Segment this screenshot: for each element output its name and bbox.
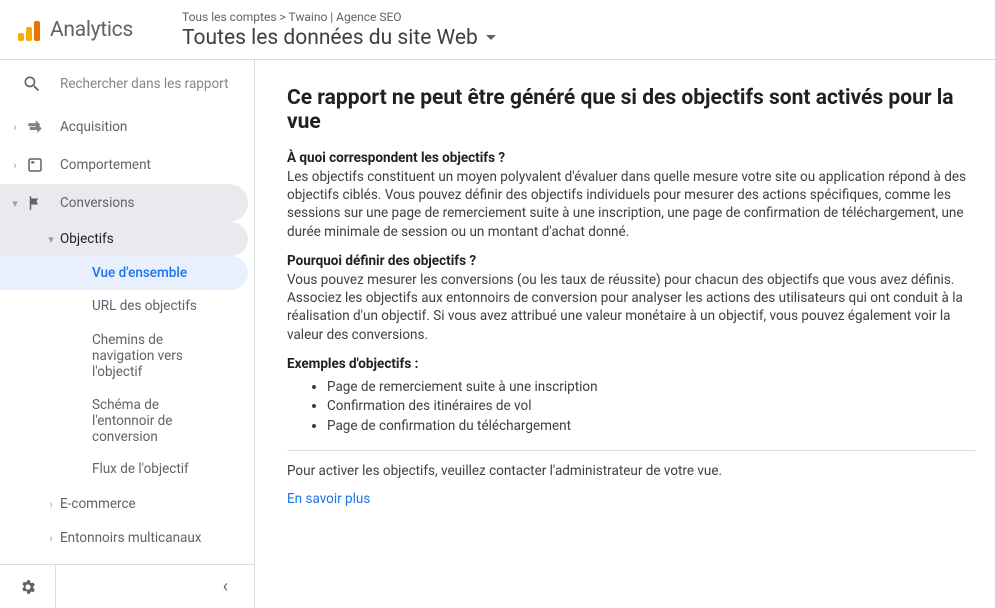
gear-icon	[19, 578, 37, 596]
breadcrumb-all: Tous les comptes	[182, 10, 277, 24]
nav-label: E-commerce	[60, 496, 136, 512]
sidebar-item-schema-entonnoir[interactable]: Schéma de l'entonnoir de conversion	[0, 389, 254, 454]
learn-more-link[interactable]: En savoir plus	[287, 491, 370, 507]
sidebar-item-entonnoirs-multicanaux[interactable]: › Entonnoirs multicanaux	[0, 521, 248, 555]
sidebar-item-comportement[interactable]: › Comportement	[0, 146, 248, 184]
nav-label: Objectifs	[60, 231, 114, 247]
chevron-left-icon: ‹	[223, 576, 228, 597]
breadcrumb: Tous les comptes > Twaino | Agence SEO	[182, 10, 995, 24]
report-content: Ce rapport ne peut être généré que si de…	[255, 60, 995, 608]
section-heading-quoi: À quoi correspondent les objectifs ?	[287, 150, 975, 166]
section-heading-exemples: Exemples d'objectifs :	[287, 356, 975, 372]
sidebar-item-acquisition[interactable]: › Acquisition	[0, 108, 248, 146]
divider	[287, 450, 975, 451]
examples-list: Page de remerciement suite à une inscrip…	[327, 378, 975, 437]
nav-label: URL des objectifs	[92, 298, 197, 314]
section-text-pourquoi: Vous pouvez mesurer les conversions (ou …	[287, 271, 975, 344]
search-placeholder-text: Rechercher dans les rapport	[60, 76, 229, 92]
sidebar-item-conversions[interactable]: ▾ Conversions	[0, 184, 248, 222]
example-item: Page de remerciement suite à une inscrip…	[327, 378, 975, 398]
section-heading-pourquoi: Pourquoi définir des objectifs ?	[287, 253, 975, 269]
app-header: Analytics Tous les comptes > Twaino | Ag…	[0, 0, 995, 60]
example-item: Page de confirmation du téléchargement	[327, 417, 975, 437]
nav-label: Flux de l'objectif	[92, 461, 189, 477]
logo-wrap[interactable]: Analytics	[0, 18, 170, 42]
comportement-icon	[24, 156, 46, 174]
breadcrumb-account: Twaino | Agence SEO	[289, 10, 402, 24]
view-selector[interactable]: Toutes les données du site Web	[182, 26, 995, 50]
nav-label: Vue d'ensemble	[92, 265, 187, 281]
admin-settings-button[interactable]	[0, 565, 56, 608]
nav-label: Acquisition	[60, 119, 127, 135]
nav-label: Entonnoirs multicanaux	[60, 530, 202, 546]
chevron-right-icon: ›	[8, 159, 22, 172]
sidebar-item-attribution[interactable]: Attribution BÊTA	[0, 555, 254, 564]
example-item: Confirmation des itinéraires de vol	[327, 397, 975, 417]
nav-label: Conversions	[60, 195, 135, 211]
chevron-down-icon	[486, 35, 496, 40]
sidebar-item-flux-objectif[interactable]: Flux de l'objectif	[0, 453, 254, 487]
chevron-right-icon: ›	[8, 121, 22, 134]
sidebar-bottom-bar: ‹	[0, 564, 254, 608]
chevron-down-icon: ▾	[8, 197, 22, 210]
sidebar-item-objectifs[interactable]: ▾ Objectifs	[0, 222, 248, 256]
nav-label: Schéma de l'entonnoir de conversion	[92, 397, 224, 446]
search-icon	[22, 74, 42, 94]
sidebar-item-chemins-objectif[interactable]: Chemins de navigation vers l'objectif	[0, 324, 254, 389]
sidebar-item-vue-ensemble[interactable]: Vue d'ensemble	[0, 256, 248, 290]
collapse-sidebar-button[interactable]: ‹	[56, 576, 254, 597]
nav-label: Chemins de navigation vers l'objectif	[92, 332, 224, 381]
report-search[interactable]: Rechercher dans les rapport	[0, 60, 254, 108]
sidebar-item-ecommerce[interactable]: › E-commerce	[0, 487, 248, 521]
nav-tree: › Acquisition › Comportement ▾ Conversio…	[0, 108, 254, 564]
sidebar: Rechercher dans les rapport › Acquisitio…	[0, 60, 255, 608]
chevron-right-icon: ›	[46, 532, 56, 545]
sidebar-item-url-objectifs[interactable]: URL des objectifs	[0, 290, 254, 324]
page-title: Ce rapport ne peut être généré que si de…	[287, 86, 975, 134]
header-account-switcher[interactable]: Tous les comptes > Twaino | Agence SEO T…	[170, 10, 995, 50]
nav-label: Comportement	[60, 157, 151, 173]
flag-icon	[24, 194, 46, 212]
product-name: Analytics	[50, 18, 133, 42]
analytics-logo-icon	[18, 19, 40, 41]
section-text-quoi: Les objectifs constituent un moyen polyv…	[287, 168, 975, 241]
acquisition-icon	[24, 118, 46, 136]
admin-contact-note: Pour activer les objectifs, veuillez con…	[287, 463, 975, 479]
view-name: Toutes les données du site Web	[182, 26, 478, 50]
chevron-down-icon: ▾	[46, 233, 56, 246]
chevron-right-icon: ›	[46, 498, 56, 511]
